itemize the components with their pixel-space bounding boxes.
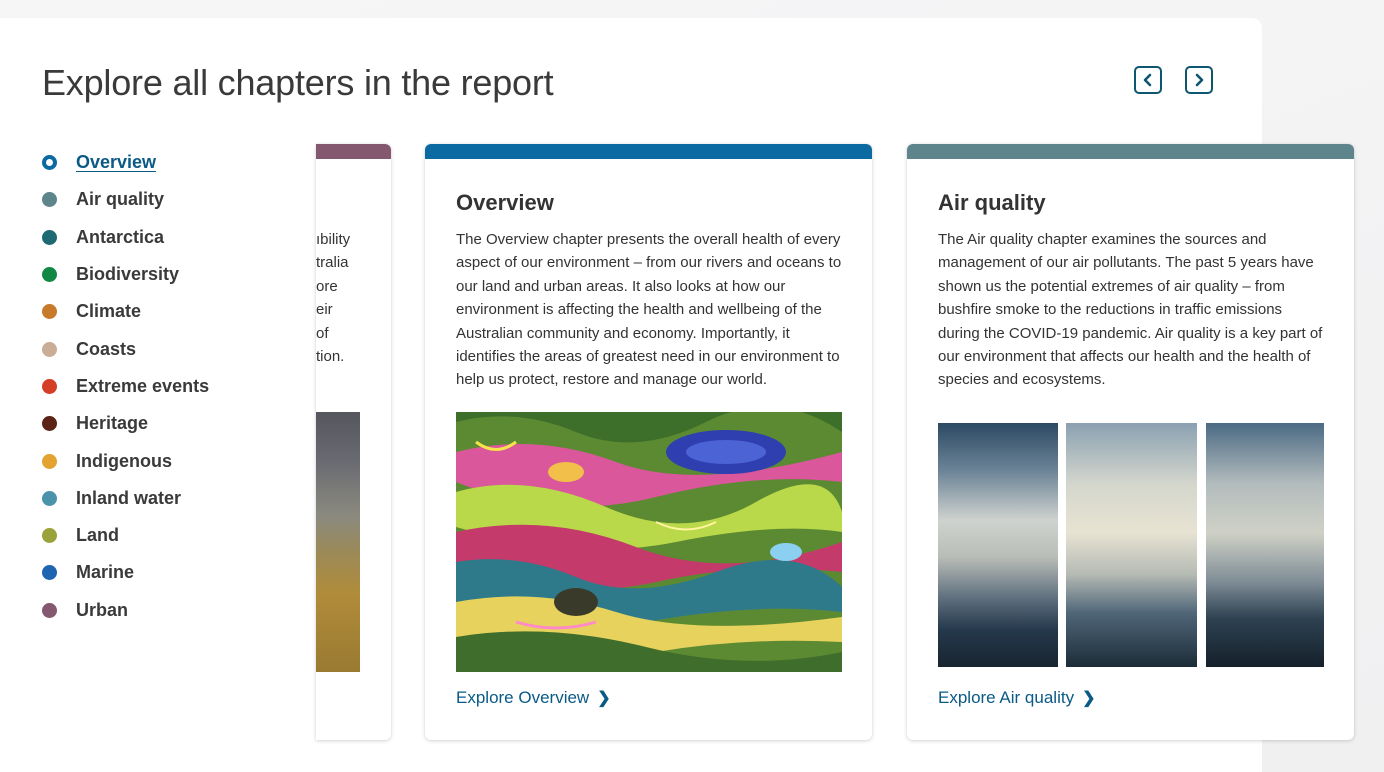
chapter-color-dot-icon (42, 192, 57, 208)
chapter-item-coasts[interactable]: Coasts (42, 330, 209, 367)
card-image-clouds (938, 423, 1324, 667)
chapter-card-urban-partial[interactable]: ıbility tralia ore eir of tion. (316, 144, 391, 740)
chapter-color-dot-icon (42, 155, 57, 171)
link-label: Explore Air quality (938, 688, 1075, 707)
chapter-color-dot-icon (42, 416, 57, 432)
chapter-color-dot-icon (42, 378, 57, 394)
carousel-prev-button[interactable] (1134, 66, 1162, 94)
chapter-item-extreme-events[interactable]: Extreme events (42, 368, 209, 405)
chapter-item-indigenous[interactable]: Indigenous (42, 442, 209, 479)
chapter-color-dot-icon (42, 229, 57, 245)
chapter-color-dot-icon (42, 304, 57, 320)
chapter-label: Urban (76, 599, 129, 620)
chapter-label: Overview (76, 152, 157, 173)
chapter-color-dot-icon (42, 267, 57, 283)
chevron-right-icon (1195, 73, 1204, 87)
chapter-label: Indigenous (76, 450, 172, 471)
chapter-color-dot-icon (42, 528, 57, 544)
explore-overview-link[interactable]: Explore Overview ❯ (456, 688, 611, 708)
chapter-item-air-quality[interactable]: Air quality (42, 181, 209, 218)
chapter-item-overview[interactable]: Overview (42, 144, 209, 181)
chevron-left-icon (1143, 73, 1152, 87)
carousel-next-button[interactable] (1185, 66, 1213, 94)
chapter-item-urban[interactable]: Urban (42, 592, 209, 629)
card-color-bar (907, 144, 1354, 159)
link-label: Explore Overview (456, 688, 590, 707)
chapter-label: Land (76, 525, 119, 546)
chapter-color-dot-icon (42, 602, 57, 618)
chapter-label: Biodiversity (76, 264, 180, 285)
card-color-bar (425, 144, 872, 159)
chapter-item-biodiversity[interactable]: Biodiversity (42, 256, 209, 293)
chapter-item-heritage[interactable]: Heritage (42, 405, 209, 442)
chapter-color-dot-icon (42, 341, 57, 357)
card-title: Air quality (938, 190, 1046, 215)
card-description-fragment: ıbility tralia ore eir of tion. (316, 231, 351, 366)
card-color-bar (316, 144, 391, 159)
chapter-label: Inland water (76, 487, 182, 508)
card-description: The Air quality chapter examines the sou… (938, 231, 1323, 389)
chapter-label: Extreme events (76, 375, 210, 396)
card-title: Overview (456, 190, 554, 215)
chapter-label: Air quality (76, 189, 165, 210)
chapter-color-dot-icon (42, 453, 57, 469)
chapter-card-overview[interactable]: Overview The Overview chapter presents t… (425, 144, 872, 740)
chapter-item-marine[interactable]: Marine (42, 554, 209, 591)
chapter-label: Antarctica (76, 226, 165, 247)
chapter-label: Marine (76, 562, 135, 583)
chevron-right-icon: ❯ (597, 690, 611, 707)
card-image (316, 412, 360, 672)
chapter-label: Heritage (76, 413, 149, 434)
chapter-item-land[interactable]: Land (42, 517, 209, 554)
chapter-item-climate[interactable]: Climate (42, 293, 209, 330)
chapter-color-dot-icon (42, 490, 57, 506)
card-image-artwork (456, 412, 842, 672)
chevron-right-icon: ❯ (1082, 690, 1096, 707)
card-description: The Overview chapter presents the overal… (456, 231, 842, 389)
page-title: Explore all chapters in the report (42, 62, 554, 103)
explore-air-quality-link[interactable]: Explore Air quality ❯ (938, 688, 1095, 708)
chapter-item-inland-water[interactable]: Inland water (42, 480, 209, 517)
chapter-color-dot-icon (42, 565, 57, 581)
chapter-list: Overview Air quality Antarctica Biodiversit… (42, 144, 209, 629)
chapter-card-air-quality[interactable]: Air quality The Air quality chapter exam… (907, 144, 1354, 740)
chapter-item-antarctica[interactable]: Antarctica (42, 219, 209, 256)
chapter-label: Climate (76, 301, 142, 322)
chapter-label: Coasts (76, 338, 137, 359)
